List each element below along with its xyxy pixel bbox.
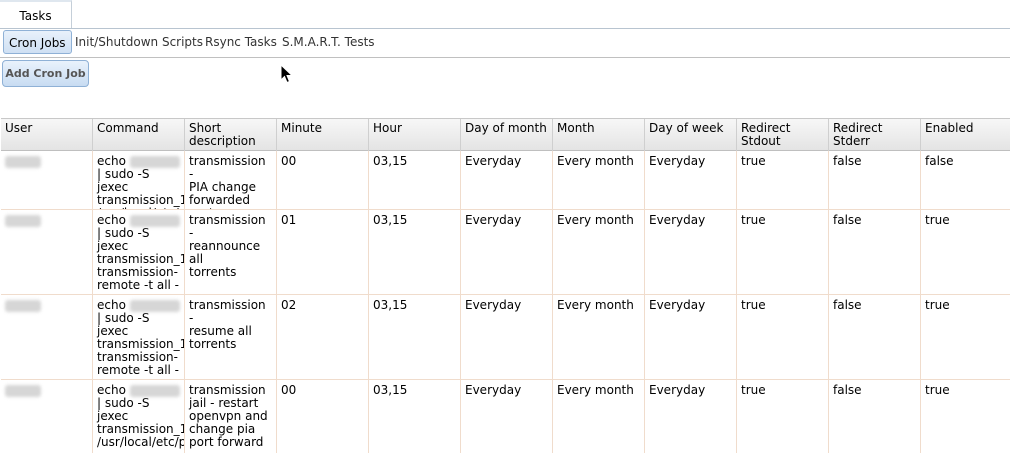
cell-user [1,151,93,209]
column-header-month[interactable]: Month [553,119,645,151]
column-header-hour[interactable]: Hour [369,119,461,151]
column-header-short-description[interactable]: Short description [185,119,277,151]
cell-command: echo | sudo -S jexec transmission_1 /usr… [93,151,185,209]
cell-minute: 00 [277,380,369,453]
cell-day-of-week: Everyday [645,380,737,453]
cron-jobs-grid: User Command Short description Minute Ho… [1,118,1010,453]
cell-redirect-stdout: true [737,210,829,294]
column-header-command[interactable]: Command [93,119,185,151]
cell-command: echo | sudo -S jexec transmission_1 tran… [93,295,185,379]
cell-redirect-stderr: false [829,210,921,294]
redacted-password [129,384,180,397]
cell-day-of-week: Everyday [645,210,737,294]
cell-redirect-stdout: true [737,295,829,379]
tab-smart-tests[interactable]: S.M.A.R.T. Tests [282,30,375,54]
cell-day-of-month: Everyday [461,210,553,294]
cell-minute: 01 [277,210,369,294]
cell-enabled: true [925,298,950,312]
cell-command: echo | sudo -S jexec transmission_1 /usr… [93,380,185,453]
cell-day-of-month: Everyday [461,295,553,379]
redacted-password [129,155,180,168]
tab-init-shutdown-scripts[interactable]: Init/Shutdown Scripts [75,30,203,54]
cell-month: Every month [553,151,645,209]
cell-hour: 03,15 [369,295,461,379]
cell-day-of-month: Everyday [461,380,553,453]
cell-user [1,295,93,379]
cell-redirect-stdout: true [737,380,829,453]
tab-tasks[interactable]: Tasks [0,0,72,28]
redacted-password [129,214,180,227]
cell-hour: 03,15 [369,151,461,209]
cell-redirect-stderr: false [829,295,921,379]
cell-user [1,210,93,294]
table-row[interactable]: echo | sudo -S jexec transmission_1 /usr… [1,151,1010,210]
column-header-minute[interactable]: Minute [277,119,369,151]
cell-day-of-week: Everyday [645,151,737,209]
table-row[interactable]: echo | sudo -S jexec transmission_1 tran… [1,210,1010,295]
cell-day-of-month: Everyday [461,151,553,209]
cell-month: Every month [553,210,645,294]
redacted-user [5,155,41,168]
tab-cron-jobs[interactable]: Cron Jobs [3,30,72,54]
cell-command: echo | sudo -S jexec transmission_1 tran… [93,210,185,294]
cell-hour: 03,15 [369,210,461,294]
cell-user [1,380,93,453]
cell-month: Every month [553,380,645,453]
cell-enabled: true [925,383,950,397]
column-header-user[interactable]: User [1,119,93,151]
cell-description: transmission - resume all torrents [185,295,277,379]
table-row[interactable]: echo | sudo -S jexec transmission_1 /usr… [1,380,1010,453]
cell-minute: 00 [277,151,369,209]
mouse-pointer-icon [280,64,294,84]
redacted-user [5,214,41,227]
top-tab-strip: Tasks [0,0,1010,29]
cell-minute: 02 [277,295,369,379]
tab-rsync-tasks[interactable]: Rsync Tasks [205,30,277,54]
column-header-redirect-stderr[interactable]: Redirect Stderr [829,119,921,151]
grid-header: User Command Short description Minute Ho… [1,118,1010,151]
add-cron-job-button[interactable]: Add Cron Job [2,60,89,87]
cell-hour: 03,15 [369,380,461,453]
redacted-password [129,299,180,312]
cell-month: Every month [553,295,645,379]
cell-description: transmission - reannounce all torrents [185,210,277,294]
cell-redirect-stdout: true [737,151,829,209]
cell-enabled: true [925,213,950,227]
cell-description: transmission jail - restart openvpn and … [185,380,277,453]
cell-day-of-week: Everyday [645,295,737,379]
cell-redirect-stderr: false [829,380,921,453]
cell-redirect-stderr: false [829,151,921,209]
sub-tab-bar: Cron Jobs Init/Shutdown Scripts Rsync Ta… [0,29,1010,58]
column-header-enabled[interactable]: Enabled [921,119,1010,151]
column-header-day-of-month[interactable]: Day of month [461,119,553,151]
table-row[interactable]: echo | sudo -S jexec transmission_1 tran… [1,295,1010,380]
redacted-user [5,384,41,397]
redacted-user [5,299,41,312]
cell-enabled: false [925,154,954,168]
cell-description: transmission - PIA change forwarded port [185,151,277,209]
column-header-redirect-stdout[interactable]: Redirect Stdout [737,119,829,151]
column-header-day-of-week[interactable]: Day of week [645,119,737,151]
